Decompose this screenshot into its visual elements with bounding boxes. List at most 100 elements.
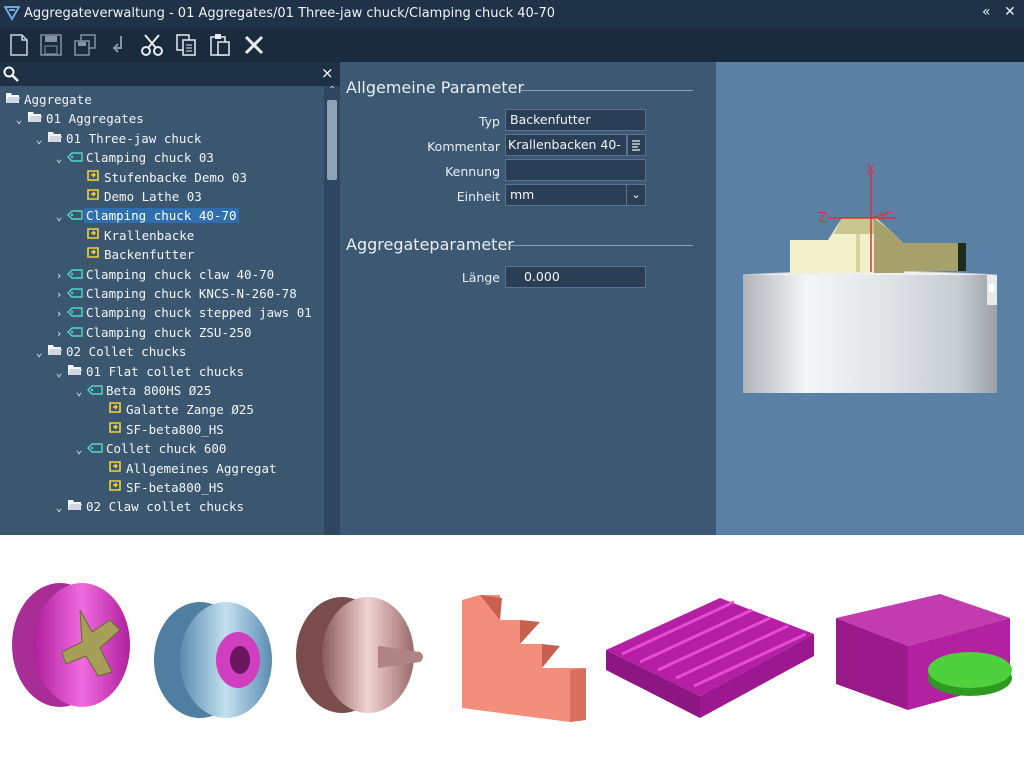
chevron-down-icon[interactable]: ⌄ [32, 130, 46, 149]
kommentar-edit-icon[interactable] [627, 134, 646, 156]
chevron-down-icon[interactable]: ⌄ [52, 207, 66, 226]
tree-node[interactable]: SF-beta800_HS [92, 420, 226, 439]
component-icon [84, 168, 102, 187]
tree-node[interactable]: ⌄ Beta 800HS Ø25 [72, 381, 213, 400]
tree-node[interactable]: ⌄ Collet chuck 600 [72, 439, 228, 458]
folder-open-icon [4, 90, 22, 109]
search-input[interactable] [22, 64, 316, 84]
tree-node-label: SF-beta800_HS [126, 421, 224, 437]
chevron-right-icon[interactable]: › [52, 285, 66, 304]
aggregate-icon [66, 284, 84, 303]
aggregate-icon [66, 323, 84, 342]
aggregate-tree: Aggregate ⌄ 01 Aggregates ⌄ 01 Three-jaw chu… [0, 86, 324, 535]
tree-node[interactable]: Galatte Zange Ø25 [92, 400, 256, 419]
tree-node-label: Clamping chuck 40-70 [84, 208, 239, 224]
chevron-down-icon[interactable]: ⌄ [72, 440, 86, 459]
aggregate-icon [66, 206, 84, 225]
tree-node-label: SF-beta800_HS [126, 480, 224, 495]
paste-icon[interactable] [207, 32, 233, 58]
kennung-field[interactable] [505, 159, 646, 181]
chevron-down-icon[interactable]: ⌄ [52, 498, 66, 517]
laenge-label: Länge [461, 270, 500, 285]
axis-y-label: Y [879, 210, 887, 223]
chevron-right-icon[interactable]: › [52, 266, 66, 285]
tree-node[interactable]: ⌄ 01 Three-jaw chuck [32, 129, 203, 148]
tree-node[interactable]: Allgemeines Aggregat [92, 459, 279, 478]
tree-node[interactable]: ⌄ 02 Claw collet chucks [52, 497, 246, 516]
general-parameters-heading: Allgemeine Parameter [346, 78, 525, 97]
tree-node-label: Stufenbacke Demo 03 [104, 169, 247, 185]
aggregate-icon [86, 381, 104, 400]
tree-node-label: Krallenbacke [104, 227, 195, 243]
tree-node[interactable]: ⌄ 02 Collet chucks [32, 342, 188, 361]
kommentar-label: Kommentar [427, 139, 500, 154]
axis-x-label: X [866, 163, 875, 178]
chevron-down-icon[interactable]: ⌄ [52, 363, 66, 382]
chevron-down-icon[interactable]: ⌄ [52, 149, 66, 168]
chevron-right-icon[interactable]: › [52, 304, 66, 323]
collapse-button[interactable]: « [982, 4, 991, 20]
component-icon [106, 478, 124, 497]
tree-node[interactable]: Krallenbacke [70, 226, 196, 245]
tree-node[interactable]: › Clamping chuck KNCS-N-260-78 [52, 284, 299, 303]
search-icon [3, 66, 19, 82]
chevron-down-icon[interactable]: ⌄ [72, 382, 86, 401]
einheit-select[interactable]: mm ⌄ [505, 184, 646, 206]
kommentar-field[interactable]: Krallenbacken 40-70 [505, 134, 627, 172]
chevron-down-icon[interactable]: ⌄ [12, 110, 26, 129]
close-button[interactable]: ✕ [1004, 4, 1016, 20]
aggregate-icon [66, 148, 84, 167]
tree-node[interactable]: ⌄ 01 Aggregates [12, 109, 146, 128]
tree-node-label: Clamping chuck KNCS-N-260-78 [86, 286, 297, 301]
tree-node-label: 02 Claw collet chucks [86, 499, 245, 515]
aggregate-icon [86, 439, 104, 458]
folder-open-icon [66, 362, 84, 381]
aggregate-parameters-heading: Aggregateparameter [346, 235, 514, 254]
laenge-field[interactable]: 0.000 [505, 266, 646, 288]
aggregate-examples-strip [0, 560, 1024, 768]
tree-node-selected[interactable]: ⌄ Clamping chuck 40-70 [52, 206, 239, 225]
component-icon [84, 245, 102, 264]
delete-icon[interactable] [241, 32, 267, 58]
tree-node[interactable]: Backenfutter [70, 245, 196, 264]
section-divider [521, 90, 693, 91]
aggregate-icon [66, 303, 84, 322]
toolbar [0, 28, 1024, 62]
new-document-icon[interactable] [6, 32, 32, 58]
tree-vertical-scroll-thumb[interactable] [327, 100, 337, 180]
3d-viewport[interactable]: X Z Y [716, 62, 1024, 535]
tree-node-label: Collet chuck 600 [106, 441, 227, 457]
chevron-down-icon[interactable]: ⌄ [626, 185, 645, 205]
chevron-right-icon[interactable]: › [52, 324, 66, 343]
tree-node[interactable]: Demo Lathe 03 [70, 187, 204, 206]
window-title: Aggregateverwaltung - 01 Aggregates/01 T… [24, 6, 556, 21]
save-icon[interactable] [38, 32, 64, 58]
typ-field[interactable]: Backenfutter [505, 109, 646, 131]
tree-node-label: 01 Flat collet chucks [86, 363, 245, 379]
tree-node[interactable]: › Clamping chuck stepped jaws 01 [52, 303, 314, 322]
component-icon [106, 400, 124, 419]
tree-node-label: Clamping chuck ZSU-250 [86, 324, 252, 340]
tree-node[interactable]: ⌄ Clamping chuck 03 [52, 148, 216, 167]
chevron-down-icon[interactable]: ⌄ [32, 343, 46, 362]
tree-node-label: Aggregate [24, 92, 92, 107]
tree-node[interactable]: Stufenbacke Demo 03 [70, 168, 249, 187]
clear-search-button[interactable]: × [321, 64, 334, 82]
save-all-icon[interactable] [72, 32, 98, 58]
tree-node-label: 01 Three-jaw chuck [66, 130, 202, 146]
stepped-jaw-thumbnail [462, 595, 586, 722]
cut-icon[interactable] [139, 32, 165, 58]
tree-node-label: Allgemeines Aggregat [126, 460, 277, 476]
search-bar: × [0, 62, 340, 86]
aggregate-tree-panel: × Aggregate ⌄ 01 Aggregates ⌄ 01 Three-jaw c… [0, 62, 340, 535]
import-icon[interactable] [106, 32, 132, 58]
tree-node[interactable]: ⌄ 01 Flat collet chucks [52, 362, 246, 381]
tree-node[interactable]: › Clamping chuck claw 40-70 [52, 265, 276, 284]
einheit-label: Einheit [456, 189, 500, 204]
copy-icon[interactable] [173, 32, 199, 58]
tree-node[interactable]: › Clamping chuck ZSU-250 [52, 323, 254, 342]
tree-vertical-scrollbar[interactable]: ⌃ ⌄ [324, 85, 340, 535]
tree-node-label: 02 Collet chucks [66, 344, 187, 360]
tree-node[interactable]: Aggregate [4, 90, 94, 109]
tree-node[interactable]: SF-beta800_HS [92, 478, 226, 497]
